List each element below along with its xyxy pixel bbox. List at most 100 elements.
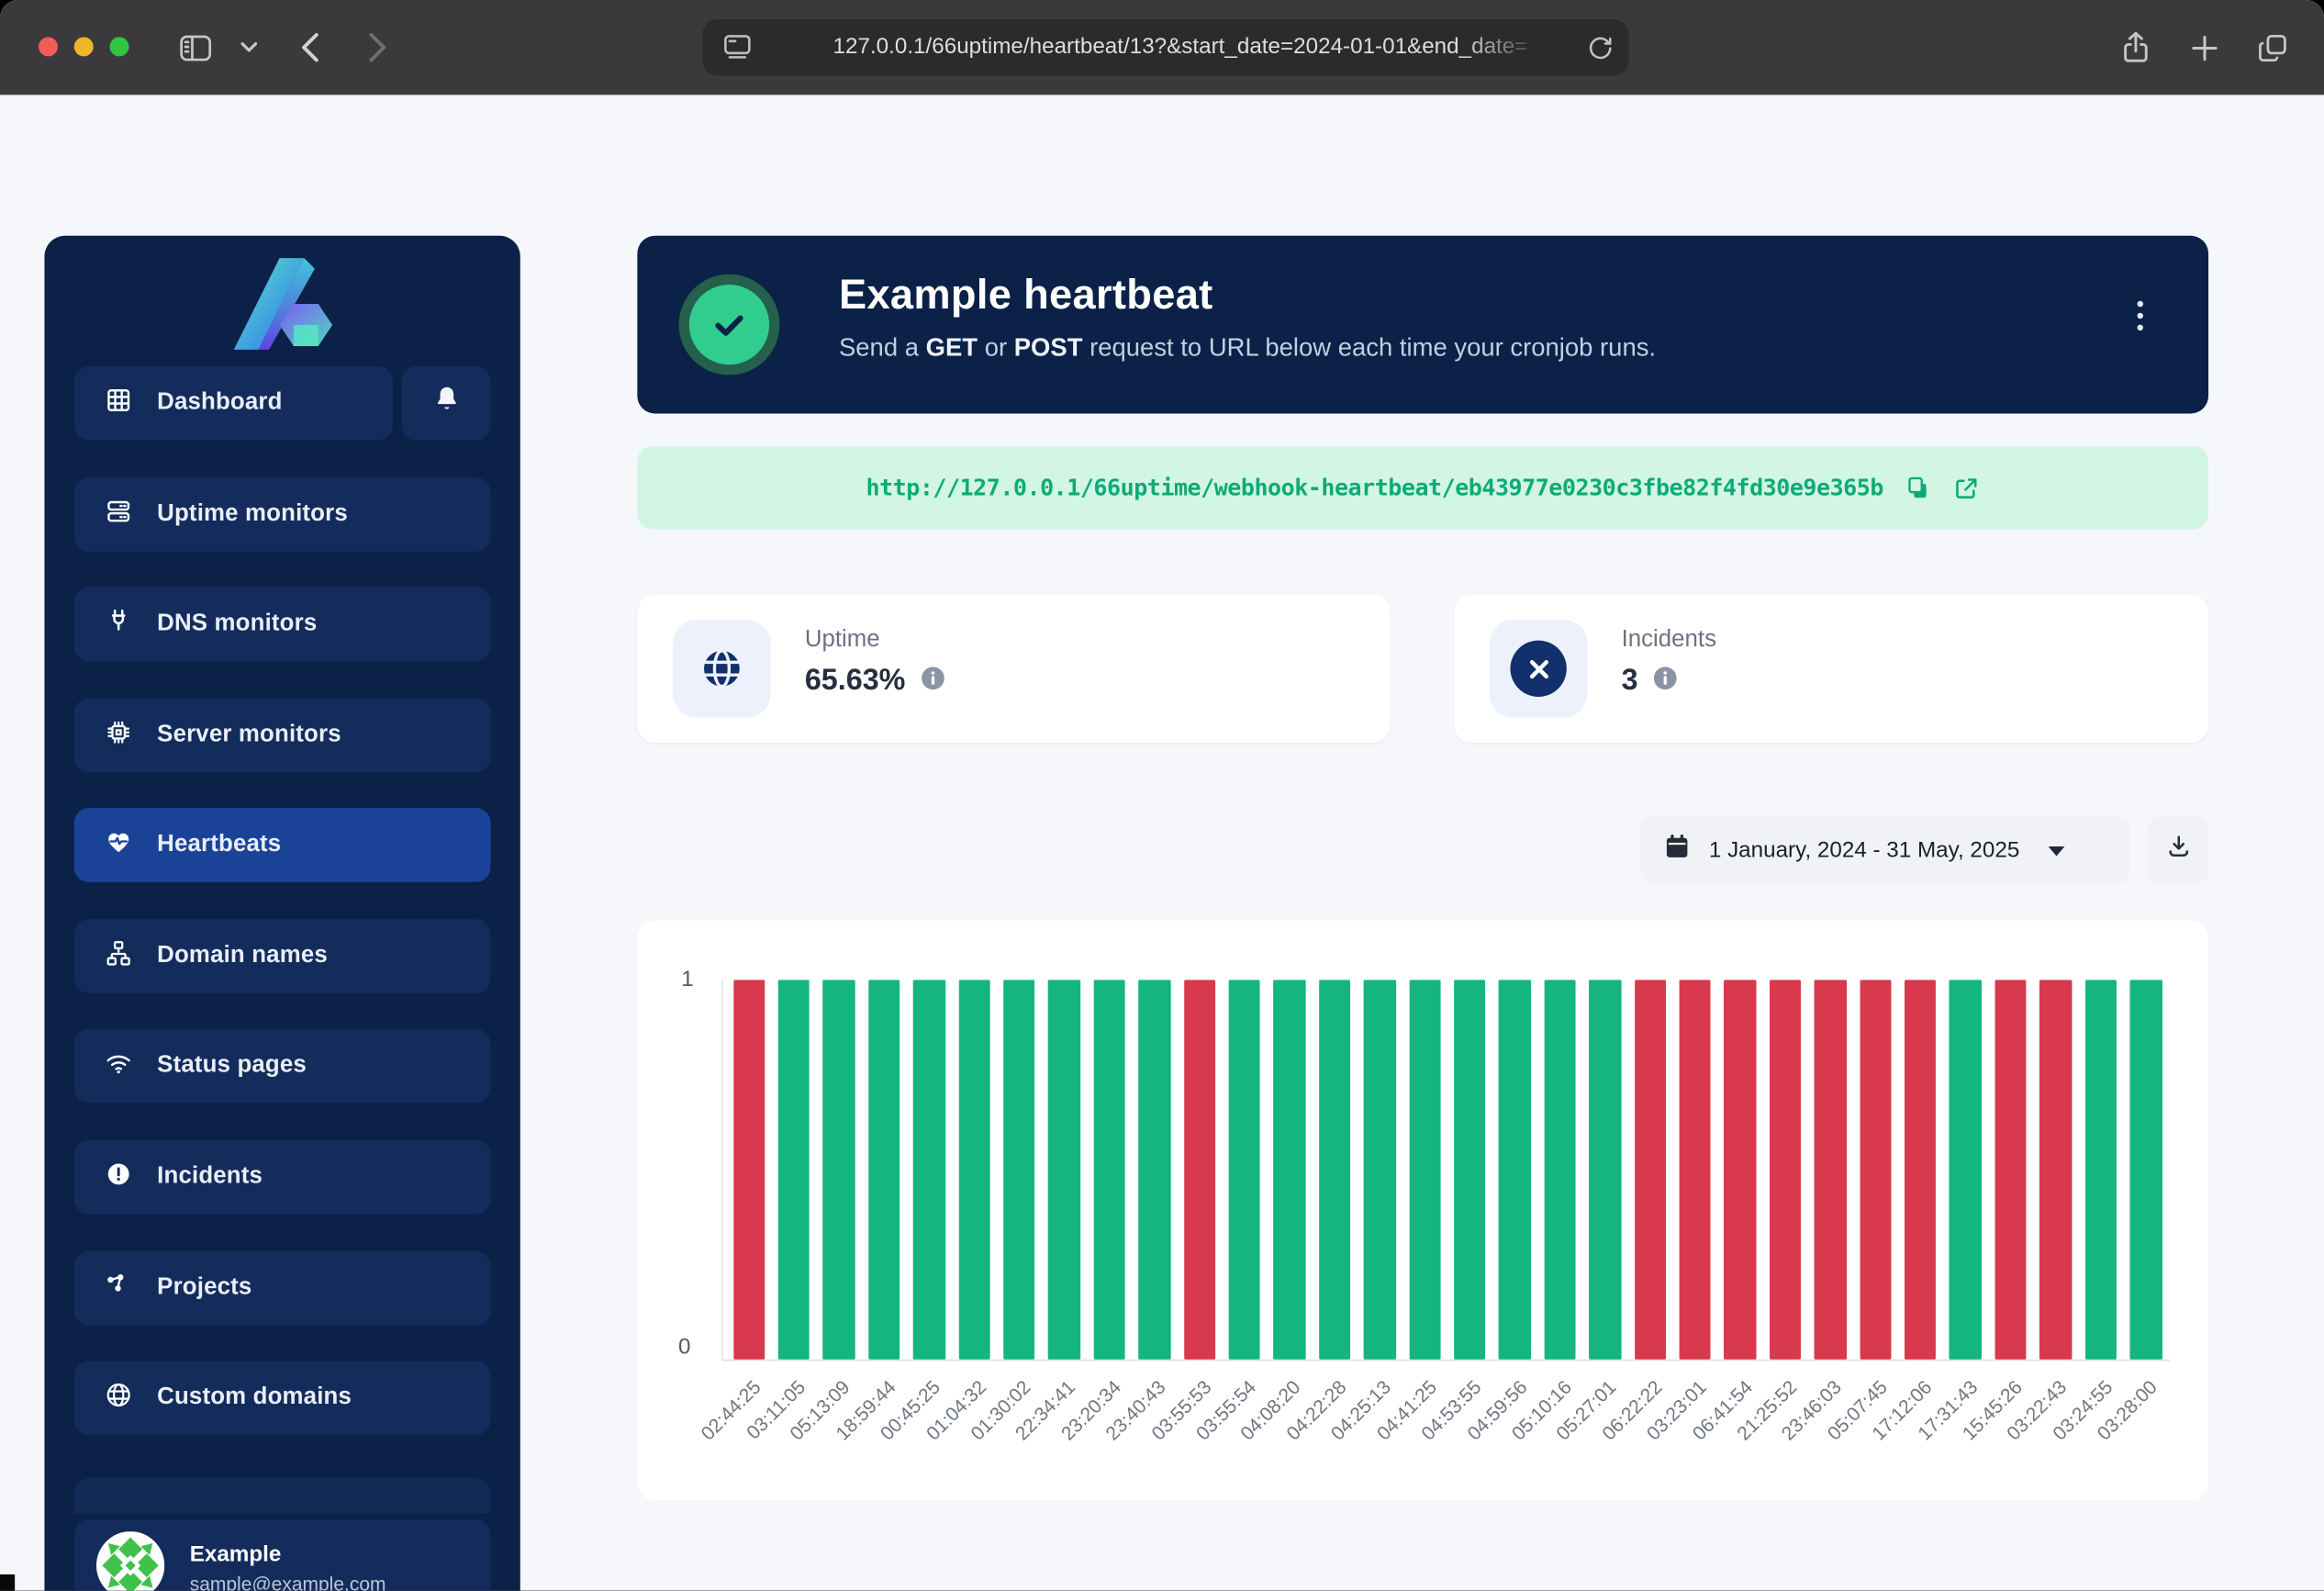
status-check-badge [679,275,780,375]
more-options-button[interactable] [2131,295,2149,336]
sitemap-icon [104,937,133,974]
chart-bar[interactable] [2130,980,2162,1359]
reload-button[interactable] [1586,34,1613,61]
chart-bar[interactable] [1860,980,1892,1359]
chart-bar[interactable] [1409,980,1441,1359]
chart-bar[interactable] [1680,980,1712,1359]
chart-bar[interactable] [1589,980,1621,1359]
chart-bar[interactable] [1003,980,1035,1359]
sidebar-item-custom-domains[interactable]: Custom domains [74,1361,491,1435]
caret-down-icon [2048,837,2064,864]
chart-bar[interactable] [868,980,900,1359]
user-menu[interactable]: Example sample@example.com [74,1519,491,1591]
sidebar-item-incidents[interactable]: Incidents [74,1140,491,1215]
info-icon[interactable] [921,665,945,698]
chart-bar[interactable] [1499,980,1531,1359]
close-window-button[interactable] [39,37,58,56]
chart-bar[interactable] [1815,980,1847,1359]
chart-bar[interactable] [1048,980,1080,1359]
avatar [96,1530,164,1590]
page-icon [723,34,752,61]
chevron-right-icon [369,33,386,62]
sidebar-item-domain-names[interactable]: Domain names [74,919,491,993]
kebab-icon [2138,301,2143,307]
chart-bar[interactable] [1454,980,1486,1359]
browser-window: 127.0.0.1/66uptime/heartbeat/13?&start_d… [0,0,2324,1591]
chart-bar[interactable] [1229,980,1261,1359]
wifi-icon [104,1048,133,1084]
sidebar-item-label: Custom domains [157,1384,352,1411]
date-range-picker[interactable]: 1 January, 2024 - 31 May, 2025 [1641,817,2130,884]
minimize-window-button[interactable] [74,37,94,56]
chart-bar[interactable] [1319,980,1351,1359]
webhook-url[interactable]: http://127.0.0.1/66uptime/webhook-heartb… [866,475,1883,501]
screen: 127.0.0.1/66uptime/heartbeat/13?&start_d… [0,0,2324,1591]
chart-bar[interactable] [1184,980,1216,1359]
info-icon[interactable] [1653,665,1678,698]
sidebar-item-dns-monitors[interactable]: DNS monitors [74,587,491,661]
chart-bar[interactable] [778,980,810,1359]
uptime-value: 65.63% [805,664,906,698]
sidebar-item-heartbeats[interactable]: Heartbeats [74,808,491,882]
chevron-down-icon [240,41,258,53]
chart-bar[interactable] [1138,980,1170,1359]
chart-bar[interactable] [1093,980,1125,1359]
chart-bar[interactable] [1905,980,1937,1359]
server-stack-icon [104,496,133,532]
chart-bar[interactable] [1770,980,1802,1359]
chart-bar[interactable] [1544,980,1576,1359]
download-icon [2164,834,2191,868]
sidebar-item-partial[interactable] [74,1478,491,1514]
share-button[interactable] [2110,0,2161,95]
plug-icon [104,606,133,643]
globe-icon [104,1380,133,1417]
sidebar-item-label: Heartbeats [157,832,281,858]
nodes-icon [104,1270,133,1306]
chart-bar[interactable] [1725,980,1757,1359]
heart-pulse-icon [104,826,133,863]
copy-button[interactable] [1905,475,1931,501]
plus-icon [2190,33,2218,62]
y-axis-line [721,979,723,1361]
check-icon [689,285,769,364]
chart-bar[interactable] [913,980,945,1359]
new-tab-button[interactable] [2179,0,2229,95]
back-button[interactable] [285,0,335,95]
chart-bar[interactable] [1994,980,2027,1359]
chart-bar[interactable] [1950,980,1982,1359]
calendar-icon [1664,834,1689,868]
notifications-button[interactable] [402,366,491,441]
chart-bar[interactable] [958,980,990,1359]
sidebar-item-status-pages[interactable]: Status pages [74,1029,491,1104]
chart-bar[interactable] [823,980,855,1359]
chart-bar[interactable] [2085,980,2117,1359]
chevron-left-icon [301,33,318,62]
chart-bar[interactable] [1635,980,1667,1359]
sidebar-item-uptime-monitors[interactable]: Uptime monitors [74,477,491,552]
chart-bar[interactable] [1274,980,1306,1359]
date-range-label: 1 January, 2024 - 31 May, 2025 [1709,837,2019,862]
sidebar-item-label: Uptime monitors [157,501,348,528]
chart-xlabels: 02:44:2503:11:0505:13:0918:59:4400:45:25… [726,1361,2168,1500]
sidebar-item-label: Server monitors [157,722,341,748]
uptime-label: Uptime [805,627,880,654]
download-report-button[interactable] [2148,817,2208,884]
chart-bar[interactable] [1364,980,1396,1359]
sidebar-item-dashboard[interactable]: Dashboard [74,366,393,441]
sidebar-menu-chevron[interactable] [229,0,268,95]
forward-button[interactable] [352,0,403,95]
chart-bar[interactable] [733,980,765,1359]
bell-icon [432,384,461,422]
address-bar[interactable]: 127.0.0.1/66uptime/heartbeat/13?&start_d… [702,19,1628,75]
page-title: Example heartbeat [839,272,1213,319]
toggle-sidebar-button[interactable] [169,0,222,95]
open-external-button[interactable] [1951,474,1980,502]
page-subtitle: Send a GET or POST request to URL below … [839,333,1656,363]
sidebar-item-server-monitors[interactable]: Server monitors [74,699,491,773]
window-controls [39,37,129,56]
chart-x-tick: 03:28:00 [2123,1361,2168,1500]
chart-bar[interactable] [2039,980,2072,1359]
zoom-window-button[interactable] [109,37,128,56]
sidebar-item-projects[interactable]: Projects [74,1251,491,1326]
tab-overview-button[interactable] [2247,0,2297,95]
